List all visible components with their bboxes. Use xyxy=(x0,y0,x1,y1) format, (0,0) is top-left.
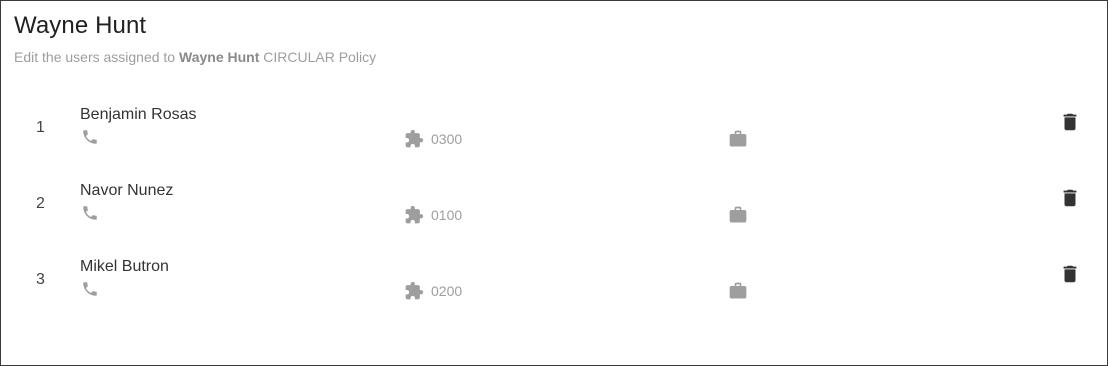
page-subtitle: Edit the users assigned to Wayne Hunt CI… xyxy=(14,49,376,65)
page-title: Wayne Hunt xyxy=(14,12,147,39)
trash-icon xyxy=(1063,113,1077,131)
briefcase-icon xyxy=(728,281,748,301)
subtitle-suffix: CIRCULAR Policy xyxy=(259,49,377,65)
row-index: 3 xyxy=(36,271,45,288)
delete-user-button[interactable] xyxy=(1059,263,1081,285)
user-name: Benjamin Rosas xyxy=(80,106,197,123)
subtitle-policy-name: Wayne Hunt xyxy=(179,49,260,65)
user-row: 3 Mikel Butron 0200 xyxy=(1,254,1107,330)
user-name: Mikel Butron xyxy=(80,258,169,275)
extension-number: 0100 xyxy=(431,207,463,223)
briefcase-icon xyxy=(728,205,748,225)
phone-icon xyxy=(81,280,99,298)
puzzle-icon xyxy=(404,205,424,225)
user-row: 2 Navor Nunez 0100 xyxy=(1,178,1107,254)
puzzle-icon xyxy=(404,129,424,149)
extension-number: 0200 xyxy=(431,283,463,299)
row-index: 2 xyxy=(36,195,45,212)
briefcase-icon xyxy=(728,129,748,149)
delete-user-button[interactable] xyxy=(1059,187,1081,209)
user-name: Navor Nunez xyxy=(80,182,174,199)
user-row: 1 Benjamin Rosas 0300 xyxy=(1,102,1107,178)
trash-icon xyxy=(1063,189,1077,207)
phone-icon xyxy=(81,204,99,222)
phone-icon xyxy=(81,128,99,146)
delete-user-button[interactable] xyxy=(1059,111,1081,133)
trash-icon xyxy=(1063,265,1077,283)
subtitle-prefix: Edit the users assigned to xyxy=(14,49,179,65)
puzzle-icon xyxy=(404,281,424,301)
extension-number: 0300 xyxy=(431,131,463,147)
policy-users-panel: Wayne Hunt Edit the users assigned to Wa… xyxy=(0,0,1108,366)
row-index: 1 xyxy=(36,119,45,136)
